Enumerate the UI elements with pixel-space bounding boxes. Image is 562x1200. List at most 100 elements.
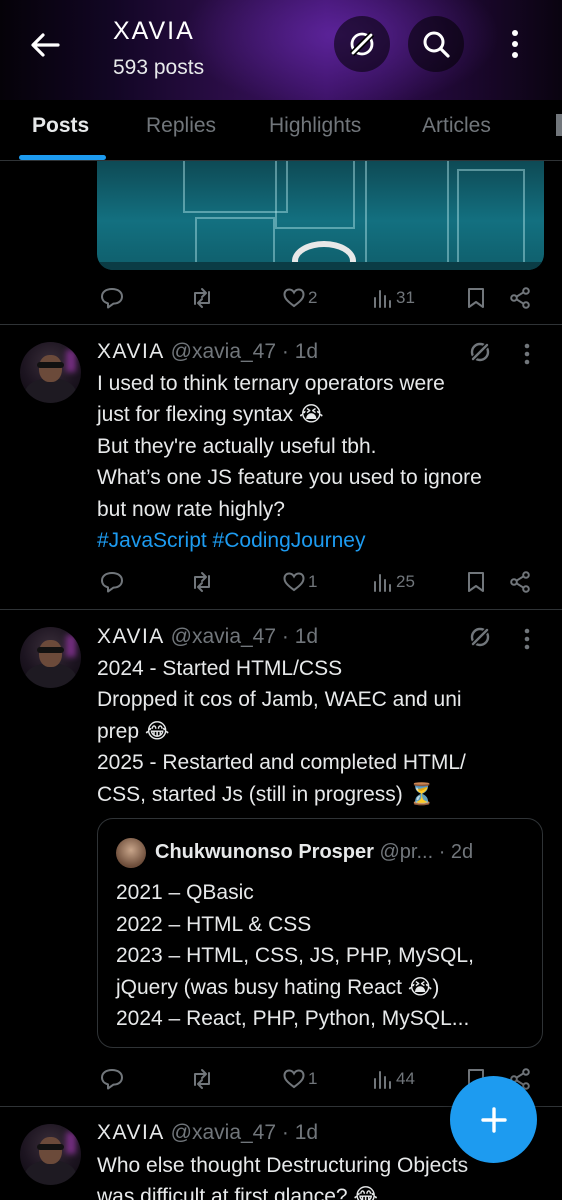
more-options-button[interactable] <box>498 24 532 64</box>
grok-explain-button[interactable] <box>466 623 494 651</box>
grok-explain-button[interactable] <box>466 338 494 366</box>
post-media-image[interactable] <box>97 161 544 270</box>
search-button[interactable] <box>408 16 464 72</box>
avatar-detail <box>39 355 62 382</box>
post-text-line: prep 😂 <box>97 716 547 747</box>
heart-icon <box>283 288 305 308</box>
profile-header: XAVIA 593 posts <box>0 0 562 100</box>
post-actions: 1 25 <box>97 567 547 597</box>
avatar-detail <box>66 635 76 657</box>
post-more-button[interactable] <box>517 625 537 653</box>
tab-overflow-hint <box>556 114 562 136</box>
bookmark-button[interactable] <box>467 283 485 313</box>
post-more-button[interactable] <box>517 340 537 368</box>
views-icon <box>374 574 391 592</box>
quoted-text-line: 2021 – QBasic <box>116 881 254 904</box>
post-count: 593 posts <box>113 56 205 79</box>
view-count: 25 <box>396 572 415 591</box>
post-text-line: but now rate highly? <box>97 497 285 521</box>
quoted-text-fragment: jQuery (was busy hating React <box>116 975 402 999</box>
repost-icon <box>194 572 210 592</box>
avatar-detail <box>37 647 64 653</box>
quoted-post-header: Chukwunonso Prosper @pr... · 2d <box>155 841 473 864</box>
views-icon <box>374 290 391 308</box>
repost-button[interactable] <box>190 567 214 597</box>
crying-emoji: 😭 <box>407 974 433 999</box>
post-hashtags[interactable]: #JavaScript #CodingJourney <box>97 525 547 556</box>
reply-icon <box>101 288 123 309</box>
post-text-fragment: just for flexing syntax <box>97 403 294 427</box>
author-handle-time[interactable]: @xavia_47 · 1d <box>171 340 318 363</box>
post-divider <box>0 324 562 325</box>
reply-button[interactable] <box>100 567 124 597</box>
more-vertical-icon <box>512 30 518 58</box>
post-text: 2024 - Started HTML/CSS Dropped it cos o… <box>97 653 547 810</box>
like-button[interactable]: 1 <box>283 1064 317 1094</box>
profile-tabs: Posts Replies Highlights Articles <box>0 100 562 161</box>
post-text: I used to think ternary operators were j… <box>97 368 547 556</box>
repost-button[interactable] <box>190 1064 214 1094</box>
media-panel <box>365 161 449 270</box>
post-text-line: 2025 - Restarted and completed HTML/ <box>97 751 466 775</box>
post-text-fragment: CSS, started Js (still in progress) <box>97 782 403 806</box>
repost-button[interactable] <box>190 283 214 313</box>
post-text-line: just for flexing syntax 😭 <box>97 399 547 430</box>
views-button[interactable]: 44 <box>373 1064 415 1094</box>
like-button[interactable]: 1 <box>283 567 317 597</box>
post-text-line: But they're actually useful tbh. <box>97 434 377 458</box>
view-count: 44 <box>396 1069 415 1088</box>
tab-replies[interactable]: Replies <box>146 114 216 138</box>
avatar-detail <box>39 1137 62 1164</box>
bookmark-button[interactable] <box>467 567 485 597</box>
author-name[interactable]: XAVIA <box>97 1121 165 1144</box>
grok-icon <box>470 342 490 362</box>
author-name[interactable]: XAVIA <box>97 340 165 363</box>
grok-icon <box>470 627 490 647</box>
repost-icon <box>194 288 210 308</box>
post-text-line: What’s one JS feature you used to ignore <box>97 466 482 490</box>
plus-icon <box>480 1106 507 1133</box>
media-panel <box>183 161 288 213</box>
views-button[interactable]: 25 <box>373 567 415 597</box>
reply-button[interactable] <box>100 1064 124 1094</box>
tab-highlights[interactable]: Highlights <box>269 114 361 138</box>
quoted-post-card[interactable]: Chukwunonso Prosper @pr... · 2d 2021 – Q… <box>97 818 543 1048</box>
post-text-fragment: was difficult at first glance? <box>97 1185 348 1200</box>
arrow-left-icon <box>31 33 60 57</box>
crying-emoji: 😭 <box>298 402 324 427</box>
compose-post-button[interactable] <box>450 1076 537 1163</box>
avatar-detail <box>37 1144 64 1150</box>
post-text-line: CSS, started Js (still in progress) ⏳ <box>97 779 547 810</box>
quoted-text-line: 2023 – HTML, CSS, JS, PHP, MySQL, <box>116 944 474 967</box>
like-count: 1 <box>308 572 318 591</box>
like-button[interactable]: 2 <box>283 283 317 313</box>
post-actions: 2 31 <box>97 283 547 313</box>
post-text-fragment: prep <box>97 719 140 743</box>
avatar[interactable] <box>20 342 81 403</box>
avatar[interactable] <box>20 1124 81 1185</box>
grok-button[interactable] <box>334 16 390 72</box>
reply-button[interactable] <box>100 283 124 313</box>
share-button[interactable] <box>509 283 531 313</box>
quoted-author-avatar <box>116 838 146 868</box>
views-button[interactable]: 31 <box>373 283 415 313</box>
author-handle-time[interactable]: @xavia_47 · 1d <box>171 1121 318 1144</box>
quoted-post-time: · 2d <box>438 841 474 863</box>
back-button[interactable] <box>26 26 64 64</box>
quoted-text-line: 2022 – HTML & CSS <box>116 912 312 936</box>
author-handle-time[interactable]: @xavia_47 · 1d <box>171 625 318 648</box>
media-panel <box>457 169 525 269</box>
tab-articles[interactable]: Articles <box>422 114 491 138</box>
quoted-text-line: jQuery (was busy hating React 😭) <box>116 972 536 1004</box>
avatar[interactable] <box>20 627 81 688</box>
quoted-post-text: 2021 – QBasic 2022 – HTML & CSS 2023 – H… <box>116 877 536 1035</box>
share-icon <box>510 571 530 593</box>
heart-icon <box>283 572 305 592</box>
author-name[interactable]: XAVIA <box>97 625 165 648</box>
share-button[interactable] <box>509 567 531 597</box>
avatar-detail <box>39 640 62 667</box>
tab-posts[interactable]: Posts <box>32 114 89 138</box>
like-count: 1 <box>308 1069 318 1088</box>
quoted-text-fragment: ) <box>432 975 440 999</box>
quoted-text-line: 2024 – React, PHP, Python, MySQL... <box>116 1007 470 1030</box>
